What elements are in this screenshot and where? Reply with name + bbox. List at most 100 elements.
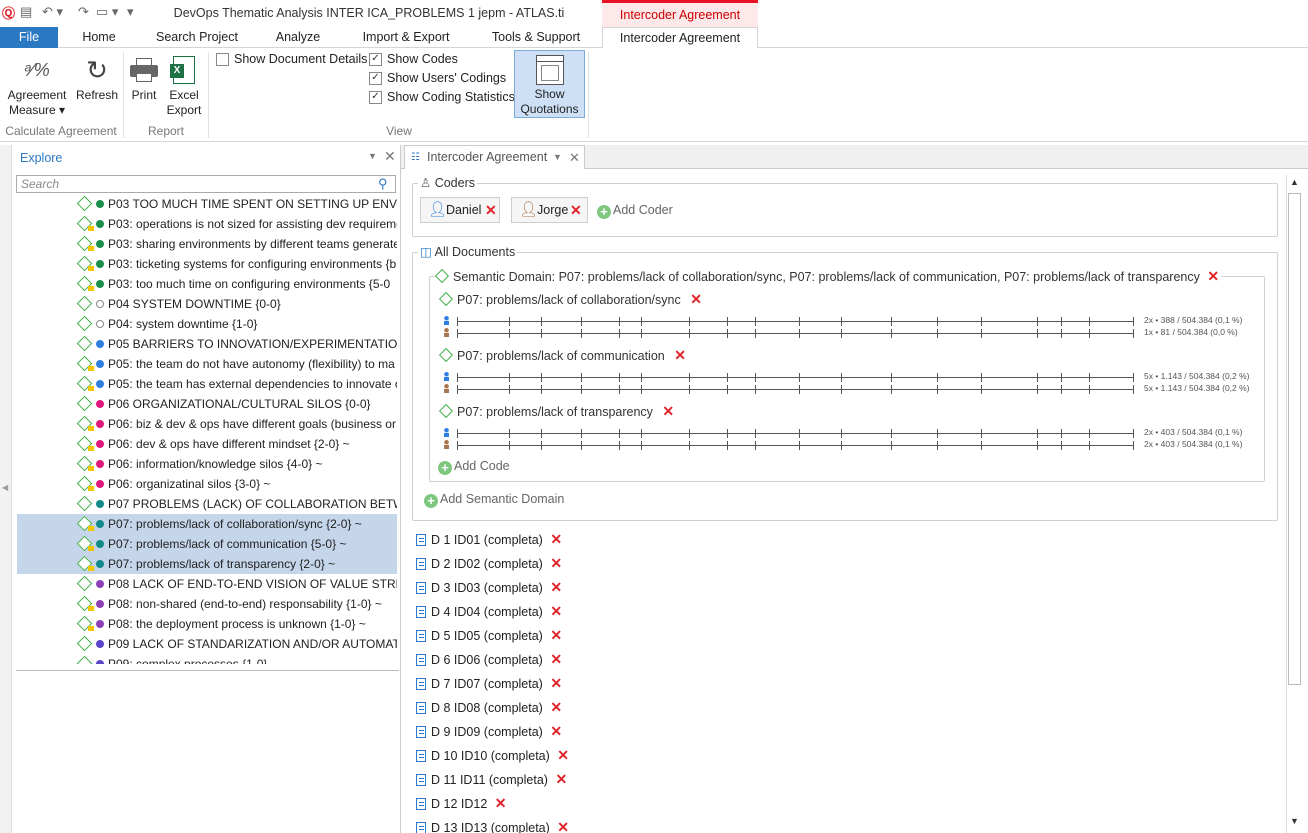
tree-item[interactable]: P03: operations is not sized for assisti… — [17, 214, 397, 234]
code-row[interactable]: P07: problems/lack of transparency ✕ — [438, 403, 674, 420]
document-row[interactable]: D 8 ID08 (completa) ✕ — [416, 697, 562, 717]
remove-document-icon[interactable]: ✕ — [557, 747, 569, 763]
remove-document-icon[interactable]: ✕ — [550, 555, 562, 571]
tree-item[interactable]: P07: problems/lack of communication {5-0… — [17, 534, 397, 554]
remove-coder-icon[interactable]: ✕ — [485, 198, 497, 222]
tree-item[interactable]: P06: organizatinal silos {3-0} ~ — [17, 474, 397, 494]
close-icon[interactable]: ✕ — [384, 148, 396, 165]
tree-item[interactable]: P06: dev & ops have different mindset {2… — [17, 434, 397, 454]
remove-document-icon[interactable]: ✕ — [550, 627, 562, 643]
remove-document-icon[interactable]: ✕ — [550, 699, 562, 715]
document-icon — [416, 702, 426, 714]
remove-code-icon[interactable]: ✕ — [662, 403, 674, 419]
scroll-up-icon[interactable]: ▲ — [1290, 177, 1299, 187]
tree-item[interactable]: P05 BARRIERS TO INNOVATION/EXPERIMENTATI… — [17, 334, 397, 354]
document-row[interactable]: D 2 ID02 (completa) ✕ — [416, 553, 562, 573]
show-codes-checkbox[interactable]: ✓ Show Codes — [369, 52, 458, 66]
scroll-down-icon[interactable]: ▼ — [1290, 816, 1299, 826]
tree-item[interactable]: P08: the deployment process is unknown {… — [17, 614, 397, 634]
refresh-button[interactable]: ↻ Refresh — [74, 52, 120, 103]
tree-item[interactable]: P04: system downtime {1-0} — [17, 314, 397, 334]
tree-item[interactable]: P03 TOO MUCH TIME SPENT ON SETTING UP EN… — [17, 194, 397, 214]
agreement-measure-button[interactable]: ᵃ⁄% Agreement Measure ▾ — [4, 52, 70, 118]
intercoder-agreement-tab[interactable]: ☷ Intercoder Agreement ▼ ✕ — [404, 145, 585, 169]
add-code-button[interactable]: + Add Code — [438, 459, 510, 475]
tab-home[interactable]: Home — [64, 27, 134, 48]
close-icon[interactable]: ✕ — [569, 146, 580, 169]
remove-document-icon[interactable]: ✕ — [550, 603, 562, 619]
document-row[interactable]: D 5 ID05 (completa) ✕ — [416, 625, 562, 645]
search-input[interactable]: Search — [16, 175, 396, 193]
document-row[interactable]: D 12 ID12 ✕ — [416, 793, 507, 813]
document-row[interactable]: D 10 ID10 (completa) ✕ — [416, 745, 569, 765]
vertical-scrollbar[interactable]: ▲ ▼ — [1286, 175, 1302, 833]
tab-import-export[interactable]: Import & Export — [354, 27, 458, 48]
tree-item[interactable]: P06: information/knowledge silos {4-0} ~ — [17, 454, 397, 474]
tree-item[interactable]: P03: ticketing systems for configuring e… — [17, 254, 397, 274]
tree-item[interactable]: P08: non-shared (end-to-end) responsabil… — [17, 594, 397, 614]
coder-chip-daniel[interactable]: 👤︎ Daniel ✕ — [420, 197, 500, 223]
scrollbar-thumb[interactable] — [1288, 193, 1301, 685]
add-coder-button[interactable]: + Add Coder — [597, 203, 673, 219]
tab-tools-support[interactable]: Tools & Support — [482, 27, 590, 48]
print-button[interactable]: Print — [126, 52, 162, 103]
tree-item[interactable]: P03: too much time on configuring enviro… — [17, 274, 397, 294]
tree-item[interactable]: P05: the team has external dependencies … — [17, 374, 397, 394]
document-row[interactable]: D 3 ID03 (completa) ✕ — [416, 577, 562, 597]
remove-document-icon[interactable]: ✕ — [495, 795, 507, 811]
remove-document-icon[interactable]: ✕ — [550, 723, 562, 739]
show-coding-statistics-checkbox[interactable]: ✓ Show Coding Statistics — [369, 90, 515, 104]
checkbox-checked[interactable]: ✓ — [369, 90, 382, 104]
remove-document-icon[interactable]: ✕ — [557, 819, 569, 833]
remove-document-icon[interactable]: ✕ — [550, 651, 562, 667]
code-row[interactable]: P07: problems/lack of communication ✕ — [438, 347, 686, 364]
add-semantic-domain-button[interactable]: + Add Semantic Domain — [424, 492, 564, 508]
remove-document-icon[interactable]: ✕ — [550, 675, 562, 691]
show-users-codings-checkbox[interactable]: ✓ Show Users' Codings — [369, 71, 506, 85]
checkbox-checked[interactable]: ✓ — [369, 71, 382, 85]
checkbox-unchecked[interactable] — [216, 52, 229, 66]
tree-item[interactable]: P09: complex processes {1-0} — [17, 654, 397, 664]
panel-menu-icon[interactable]: ▼ — [368, 151, 377, 161]
show-quotations-button[interactable]: Show Quotations — [514, 50, 585, 118]
remove-code-icon[interactable]: ✕ — [674, 347, 686, 363]
tree-item[interactable]: P08 LACK OF END-TO-END VISION OF VALUE S… — [17, 574, 397, 594]
document-row[interactable]: D 6 ID06 (completa) ✕ — [416, 649, 562, 669]
tree-item[interactable]: P05: the team do not have autonomy (flex… — [17, 354, 397, 374]
collapsed-side-strip[interactable]: ◀ — [0, 145, 12, 833]
document-row[interactable]: D 13 ID13 (completa) ✕ — [416, 817, 569, 833]
tab-search-project[interactable]: Search Project — [150, 27, 244, 48]
remove-coder-icon[interactable]: ✕ — [570, 198, 582, 222]
tree-item[interactable]: P07: problems/lack of collaboration/sync… — [17, 514, 397, 534]
document-row[interactable]: D 4 ID04 (completa) ✕ — [416, 601, 562, 621]
tab-analyze[interactable]: Analyze — [262, 27, 334, 48]
excel-export-button[interactable]: X Excel Export — [164, 52, 204, 118]
tree-item[interactable]: P06 ORGANIZATIONAL/CULTURAL SILOS {0-0} — [17, 394, 397, 414]
code-diamond-icon — [76, 295, 93, 312]
document-row[interactable]: D 1 ID01 (completa) ✕ — [416, 529, 562, 549]
tree-item[interactable]: P09 LACK OF STANDARIZATION AND/OR AUTOMA… — [17, 634, 397, 654]
document-row[interactable]: D 7 ID07 (completa) ✕ — [416, 673, 562, 693]
document-row[interactable]: D 11 ID11 (completa) ✕ — [416, 769, 567, 789]
code-row[interactable]: P07: problems/lack of collaboration/sync… — [438, 291, 702, 308]
tab-menu-icon[interactable]: ▼ — [553, 146, 562, 169]
remove-domain-icon[interactable]: ✕ — [1207, 268, 1219, 284]
tab-intercoder-agreement[interactable]: Intercoder Agreement — [602, 27, 758, 49]
tree-item[interactable]: P03: sharing environments by different t… — [17, 234, 397, 254]
collapse-arrow-icon[interactable]: ◀ — [2, 483, 8, 492]
tree-item[interactable]: P06: biz & dev & ops have different goal… — [17, 414, 397, 434]
tree-item[interactable]: P07: problems/lack of transparency {2-0}… — [17, 554, 397, 574]
checkbox-checked[interactable]: ✓ — [369, 52, 382, 66]
tree-item[interactable]: P07 PROBLEMS (LACK) OF COLLABORATION BET… — [17, 494, 397, 514]
remove-document-icon[interactable]: ✕ — [555, 771, 567, 787]
search-icon[interactable]: ⚲ — [378, 176, 388, 192]
tree-item[interactable]: P04 SYSTEM DOWNTIME {0-0} — [17, 294, 397, 314]
remove-code-icon[interactable]: ✕ — [690, 291, 702, 307]
remove-document-icon[interactable]: ✕ — [550, 579, 562, 595]
coder-chip-jorge[interactable]: 👤︎ Jorge ✕ — [511, 197, 588, 223]
remove-document-icon[interactable]: ✕ — [550, 531, 562, 547]
show-document-details-checkbox[interactable]: Show Document Details — [216, 52, 367, 66]
tab-file[interactable]: File — [0, 27, 58, 48]
comment-marker-icon — [88, 286, 94, 291]
document-row[interactable]: D 9 ID09 (completa) ✕ — [416, 721, 562, 741]
